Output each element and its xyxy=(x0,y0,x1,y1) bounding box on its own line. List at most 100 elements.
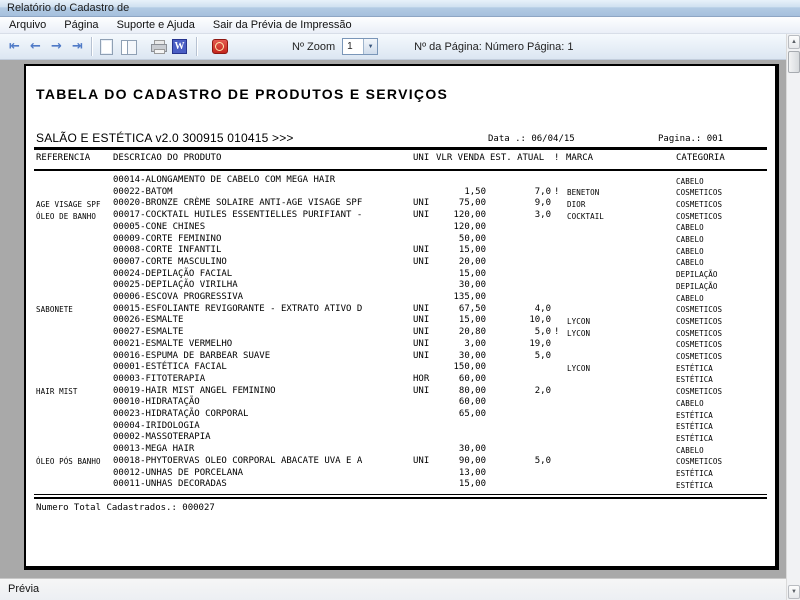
footer-rule-thin xyxy=(34,494,767,495)
cell-marca: LYCON xyxy=(567,363,591,373)
cell-cat: COSMETICOS xyxy=(676,305,723,315)
cell-est: 5,0 xyxy=(534,327,551,338)
cell-desc: 00011-UNHAS DECORADAS xyxy=(113,479,227,490)
first-page-icon: ⇤ xyxy=(9,39,20,54)
table-row: 00021-ESMALTE VERMELHO UNI 3,00 19,0 COSMETI… xyxy=(26,339,771,351)
cell-marca: BENETON xyxy=(567,188,600,198)
cell-vlr: 30,00 xyxy=(458,350,486,361)
cell-desc: 00026-ESMALTE xyxy=(113,315,184,326)
table-row: 00004-IRIDOLOGIA ESTÉTICA xyxy=(26,421,771,433)
table-row: 00023-HIDRATAÇÃO CORPORAL 65,00 ESTÉTICA xyxy=(26,409,771,421)
window-title: Relatório do Cadastro de xyxy=(7,2,130,14)
single-page-view-button[interactable] xyxy=(96,37,117,57)
vertical-scrollbar[interactable]: ▲ ▼ xyxy=(786,34,800,600)
next-page-icon: → xyxy=(51,39,62,54)
cell-desc: 00015-ESFOLIANTE REVIGORANTE - EXTRATO A… xyxy=(113,303,363,314)
report-page-number: Pagina.: 001 xyxy=(658,134,724,144)
cell-flag: ! xyxy=(554,186,560,197)
app-window: Relatório do Cadastro de Arquivo Página Su… xyxy=(0,0,800,600)
table-row: 00003-FITOTERAPIA HOR 60,00 ESTÉTICA xyxy=(26,374,771,386)
cell-cat: CABELO xyxy=(676,246,704,256)
two-page-icon xyxy=(120,39,137,55)
report-date: Data .: 06/04/15 xyxy=(488,134,575,144)
table-row: 00012-UNHAS DE PORCELANA 13,00 ESTÉTICA xyxy=(26,468,771,480)
scroll-up-icon[interactable]: ▲ xyxy=(788,35,800,49)
cell-desc: 00021-ESMALTE VERMELHO xyxy=(113,338,233,349)
menubar: Arquivo Página Suporte e Ajuda Sair da Prév… xyxy=(0,17,800,34)
report-page: TABELA DO CADASTRO DE PRODUTOS E SERVIÇO… xyxy=(24,64,779,570)
table-row: 00005-CONE CHINES 120,00 CABELO xyxy=(26,222,771,234)
cell-desc: 00003-FITOTERAPIA xyxy=(113,373,206,384)
two-page-view-button[interactable] xyxy=(117,37,138,57)
table-row: 00006-ESCOVA PROGRESSIVA 135,00 CABELO xyxy=(26,292,771,304)
table-row: ÓLEO DE BANHO 00017-COCKTAIL HUILES ESSEN… xyxy=(26,210,771,222)
cell-vlr: 20,00 xyxy=(458,256,486,267)
cell-flag: ! xyxy=(554,327,560,338)
table-row: HAIR MIST 00019-HAIR MIST ANGEL FEMININO U… xyxy=(26,386,771,398)
print-button[interactable] xyxy=(148,37,169,57)
cell-desc: 00023-HIDRATAÇÃO CORPORAL xyxy=(113,409,249,419)
cell-cat: ESTÉTICA xyxy=(676,375,713,385)
cell-desc: 00016-ESPUMA DE BARBEAR SUAVE xyxy=(113,350,271,361)
scroll-down-icon[interactable]: ▼ xyxy=(788,585,800,599)
cell-est: 19,0 xyxy=(529,338,551,349)
cell-vlr: 13,00 xyxy=(458,467,486,478)
cell-vlr: 30,00 xyxy=(458,444,486,455)
cell-desc: 00014-ALONGAMENTO DE CABELO COM MEGA HAI… xyxy=(113,175,336,185)
cell-desc: 00017-COCKTAIL HUILES ESSENTIELLES PURIF… xyxy=(113,210,363,221)
cell-cat: COSMETICOS xyxy=(676,352,723,361)
toolbar-separator xyxy=(91,37,93,56)
chevron-down-icon[interactable]: ▼ xyxy=(363,39,378,54)
zoom-select[interactable]: 1 ▼ xyxy=(342,38,379,55)
menu-item-suporte-e-ajuda[interactable]: Suporte e Ajuda xyxy=(108,17,204,33)
previous-page-icon: ← xyxy=(30,39,41,54)
export-word-button[interactable]: W xyxy=(169,37,190,57)
menu-item-sair-da-previa-de-impressao[interactable]: Sair da Prévia de Impressão xyxy=(204,17,361,33)
cell-desc: 00012-UNHAS DE PORCELANA xyxy=(113,467,244,478)
cell-cat: COSMETICOS xyxy=(676,211,723,221)
status-label: Prévia xyxy=(8,583,40,595)
previous-page-button[interactable]: ← xyxy=(25,37,46,57)
cell-marca: DIOR xyxy=(567,199,586,209)
cell-cat: COSMETICOS xyxy=(676,457,723,467)
cell-vlr: 20,80 xyxy=(458,327,486,338)
col-header-est-atual: EST. ATUAL xyxy=(490,153,545,163)
cell-cat: COSMETICOS xyxy=(676,328,723,338)
printer-icon xyxy=(150,40,167,54)
cell-vlr: 120,00 xyxy=(453,221,486,232)
last-page-button[interactable]: ⇥ xyxy=(67,37,88,57)
cell-vlr: 15,00 xyxy=(458,479,486,490)
cell-vlr: 30,00 xyxy=(458,280,486,291)
table-row: SABONETE 00015-ESFOLIANTE REVIGORANTE - E… xyxy=(26,304,771,316)
col-header-vlr-venda: VLR VENDA xyxy=(436,153,485,163)
next-page-button[interactable]: → xyxy=(46,37,67,57)
table-row: 00002-MASSOTERAPIA ESTÉTICA xyxy=(26,432,771,444)
statusbar: Prévia xyxy=(0,578,786,600)
menu-item-arquivo[interactable]: Arquivo xyxy=(0,17,55,33)
cell-vlr: 60,00 xyxy=(458,373,486,384)
cell-cat: COSMETICOS xyxy=(676,188,723,198)
table-row: 00007-CORTE MASCULINO UNI 20,00 CABELO xyxy=(26,257,771,269)
cell-desc: 00001-ESTÉTICA FACIAL xyxy=(113,362,227,373)
scrollbar-thumb[interactable] xyxy=(788,51,800,73)
cell-est: 5,0 xyxy=(534,350,551,361)
page-number-info: Nº da Página: Número Página: 1 xyxy=(414,40,574,53)
cell-est: 4,0 xyxy=(534,303,551,314)
zoom-label: Nº Zoom xyxy=(292,40,336,53)
cell-desc: 00008-CORTE INFANTIL xyxy=(113,245,222,256)
exit-preview-button[interactable] xyxy=(209,37,230,57)
cell-marca: LYCON xyxy=(567,316,591,326)
menu-item-pagina[interactable]: Página xyxy=(55,17,107,33)
cell-cat: DEPILAÇÃO xyxy=(676,281,718,291)
report-footer-total: Numero Total Cadastrados.: 000027 xyxy=(36,503,215,513)
table-row: 00022-BATOM 1,50 7,0! BENETON COSMETICOS xyxy=(26,187,771,199)
cell-desc: 00019-HAIR MIST ANGEL FEMININO xyxy=(113,385,276,396)
cell-desc: 00024-DEPILAÇÃO FACIAL xyxy=(113,268,233,279)
table-row: 00001-ESTÉTICA FACIAL 150,00 LYCON ESTÉTICA xyxy=(26,362,771,374)
table-row: 00011-UNHAS DECORADAS 15,00 ESTÉTICA xyxy=(26,479,771,491)
first-page-button[interactable]: ⇤ xyxy=(4,37,25,57)
cell-vlr: 3,00 xyxy=(464,338,486,349)
cell-desc: 00013-MEGA HAIR xyxy=(113,444,195,455)
cell-est: 3,0 xyxy=(534,210,551,221)
cell-est: 10,0 xyxy=(529,315,551,326)
